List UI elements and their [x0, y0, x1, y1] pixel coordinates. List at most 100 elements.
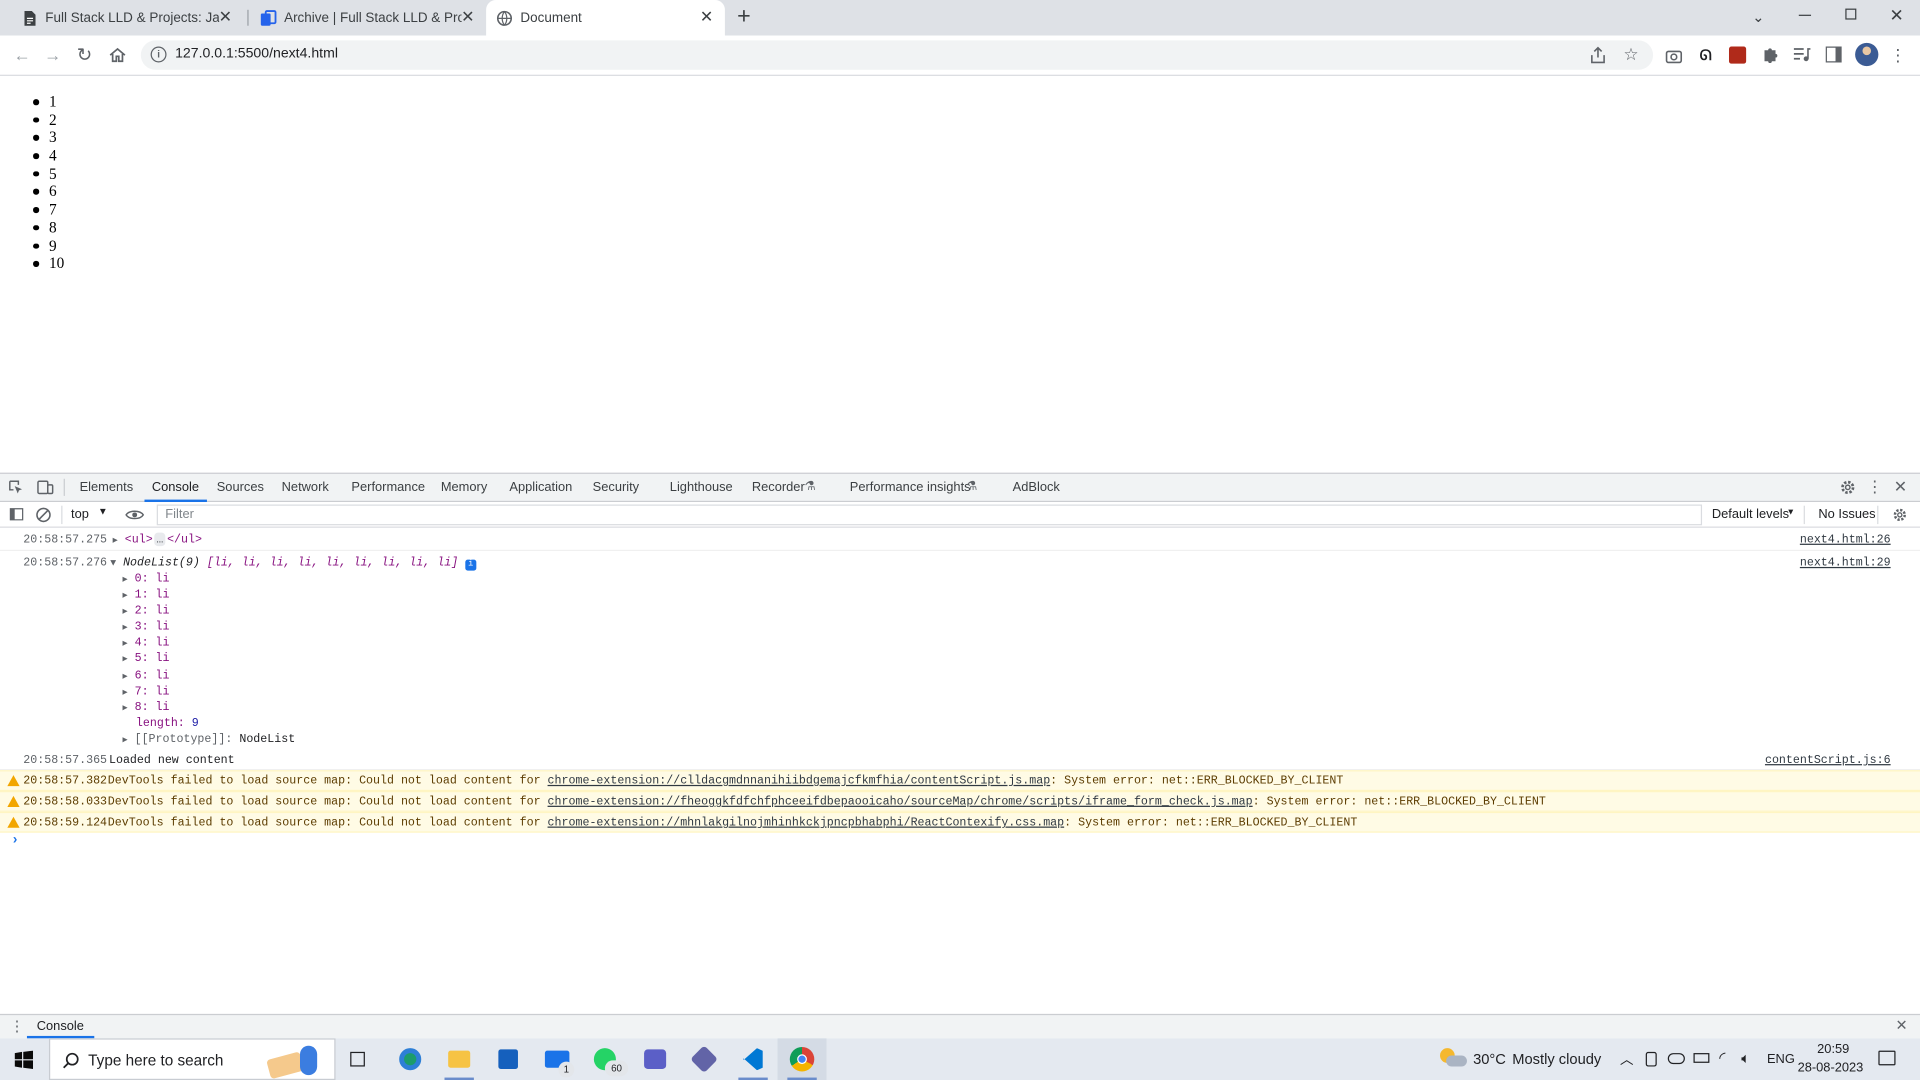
taskbar-store-icon[interactable] [484, 1038, 533, 1080]
windows-start-icon[interactable] [14, 1050, 34, 1069]
task-view-icon[interactable] [350, 1051, 365, 1067]
puzzle-extensions-icon[interactable] [1761, 45, 1779, 64]
taskbar-chrome-icon[interactable] [777, 1038, 827, 1080]
weather-temp[interactable]: 30°C [1473, 1051, 1506, 1068]
nodelist-child[interactable]: ▶ 3: li [122, 620, 295, 636]
inspect-element-icon[interactable] [9, 480, 24, 495]
nodelist-child[interactable]: ▶ 1: li [122, 588, 295, 604]
close-tab-icon[interactable]: ✕ [459, 8, 476, 26]
nodelist-child[interactable]: ▶ 2: li [122, 604, 295, 620]
devtools-tab-performance[interactable]: Performance [351, 474, 425, 502]
address-bar[interactable]: i 127.0.0.1:5500/next4.html ☆ [140, 40, 1654, 70]
notifications-icon[interactable] [1878, 1050, 1896, 1066]
devtools-tab-sources[interactable]: Sources [217, 474, 264, 502]
devtools-tab-lighthouse[interactable]: Lighthouse [670, 474, 733, 502]
onedrive-cloud-icon[interactable] [1667, 1053, 1685, 1065]
context-selector[interactable]: top [71, 507, 89, 522]
devtools-tab-performance-insights[interactable]: Performance insights [850, 474, 971, 502]
url-text[interactable]: 127.0.0.1:5500/next4.html [175, 47, 338, 62]
taskbar-whatsapp-icon[interactable]: 60 [582, 1038, 631, 1080]
source-link[interactable]: next4.html:29 [1800, 556, 1891, 569]
language-indicator[interactable]: ENG [1767, 1052, 1795, 1067]
issues-counter[interactable]: No Issues [1818, 507, 1875, 522]
side-panel-icon[interactable] [1825, 46, 1842, 63]
context-dropdown-icon[interactable]: ▼ [98, 506, 108, 517]
tab-search-chevron-down-icon[interactable]: ⌄ [1749, 7, 1769, 27]
clear-console-icon[interactable] [36, 507, 52, 523]
clock-time[interactable]: 20:59 [1817, 1042, 1849, 1057]
share-icon[interactable] [1589, 46, 1606, 64]
menu-kebab-icon[interactable]: ⋮ [1889, 45, 1906, 65]
devtools-tab-elements[interactable]: Elements [80, 474, 134, 502]
filter-input[interactable]: Filter [156, 504, 1703, 526]
taskbar-vscode-icon[interactable] [729, 1038, 778, 1080]
warning-link[interactable]: chrome-extension://clldacgmdnnanihiibdge… [548, 774, 1051, 787]
volume-icon[interactable]: 🔈︎ [1741, 1049, 1750, 1067]
nodelist-child[interactable]: ▶ 5: li [122, 652, 295, 668]
devtools-tab-recorder[interactable]: Recorder [752, 474, 805, 502]
warning-link[interactable]: chrome-extension://mhnlakgilnojmhinhkckj… [548, 816, 1065, 829]
taskbar-edge-icon[interactable] [386, 1038, 435, 1080]
nodelist-child[interactable]: ▶ 7: li [122, 684, 295, 700]
taskbar-file-explorer-icon[interactable] [435, 1038, 484, 1080]
device-toolbar-icon[interactable] [37, 479, 54, 496]
sidebar-toggle-icon[interactable] [9, 508, 24, 521]
drawer-tab-console[interactable]: Console [26, 1015, 94, 1039]
taskbar-mail-icon[interactable]: 1 [533, 1038, 582, 1080]
close-tab-icon[interactable]: ✕ [698, 8, 715, 26]
close-drawer-icon[interactable]: ✕ [1896, 1016, 1908, 1033]
source-link[interactable]: next4.html:26 [1800, 530, 1891, 548]
nodelist-child[interactable]: ▶ 6: li [122, 668, 295, 684]
console-prompt[interactable]: › [0, 834, 1920, 851]
devtools-tab-memory[interactable]: Memory [441, 474, 487, 502]
profile-avatar[interactable] [1855, 42, 1879, 67]
nodelist-prototype[interactable]: ▶ [[Prototype]]: NodeList [122, 732, 295, 748]
devtools-tab-application[interactable]: Application [509, 474, 572, 502]
close-window-icon[interactable]: ✕ [1887, 4, 1907, 25]
devtools-tab-adblock[interactable]: AdBlock [1013, 474, 1060, 502]
drawer-menu-kebab-icon[interactable]: ⋮ [10, 1018, 25, 1035]
collapse-triangle-icon[interactable]: ▼ [110, 558, 116, 569]
close-devtools-icon[interactable]: ✕ [1892, 478, 1909, 498]
extension-icon[interactable]: ᘏ [1697, 46, 1714, 64]
devtools-menu-kebab-icon[interactable]: ⋮ [1867, 478, 1883, 498]
expand-triangle-icon[interactable]: ▶ [113, 533, 118, 551]
warning-link[interactable]: chrome-extension://fheoggkfdfchfphceeifd… [548, 795, 1253, 808]
tray-device-icon[interactable] [1645, 1051, 1657, 1067]
new-tab-button[interactable]: + [737, 4, 751, 29]
nodelist-child[interactable]: ▶ 8: li [122, 700, 295, 716]
back-icon[interactable]: ← [10, 43, 34, 67]
clock-date[interactable]: 28-08-2023 [1798, 1060, 1864, 1075]
ellipsis-badge[interactable]: … [153, 532, 166, 547]
weather-desc[interactable]: Mostly cloudy [1512, 1051, 1601, 1068]
devtools-tab-security[interactable]: Security [593, 474, 639, 502]
forward-icon[interactable]: → [40, 43, 64, 67]
info-icon[interactable]: i [150, 46, 167, 63]
nodelist-child[interactable]: ▶ 4: li [122, 636, 295, 652]
live-expression-eye-icon[interactable] [125, 508, 145, 521]
tray-chevron-up-icon[interactable]: ︿ [1620, 1049, 1633, 1069]
settings-gear-icon[interactable] [1839, 479, 1856, 496]
log-element[interactable]: ▶ <ul>… </ul> [113, 530, 202, 551]
taskbar-search[interactable]: Type here to search [48, 1038, 336, 1080]
tab-archive[interactable]: Archive | Full Stack LLD & Project ✕ [250, 0, 486, 36]
camera-icon[interactable] [1665, 48, 1683, 64]
close-tab-icon[interactable]: ✕ [217, 8, 234, 26]
source-link[interactable]: contentScript.js:6 [1765, 751, 1891, 769]
devtools-tab-network[interactable]: Network [282, 474, 329, 502]
tab-full-stack-lld[interactable]: Full Stack LLD & Projects: JavaScr ✕ [11, 0, 244, 36]
wifi-icon[interactable]: ◜ [1719, 1048, 1725, 1068]
nodelist-child[interactable]: ▶ 0: li [122, 572, 295, 588]
battery-icon[interactable] [1693, 1053, 1710, 1063]
restore-icon[interactable] [1845, 8, 1857, 20]
taskbar-teams-icon[interactable] [631, 1038, 680, 1080]
bookmark-star-icon[interactable]: ☆ [1621, 43, 1641, 64]
devtools-tab-console[interactable]: Console [144, 474, 207, 503]
media-control-icon[interactable] [1793, 47, 1811, 63]
nodelist-header[interactable]: ▼ NodeList(9) [li, li, li, li, li, li, l… [110, 556, 477, 571]
log-levels-dropdown[interactable]: Default levels [1712, 507, 1789, 522]
minimize-icon[interactable] [1798, 14, 1812, 16]
taskbar-app-icon[interactable] [680, 1038, 729, 1080]
tab-document[interactable]: Document ✕ [486, 0, 725, 36]
home-icon[interactable] [108, 45, 128, 65]
